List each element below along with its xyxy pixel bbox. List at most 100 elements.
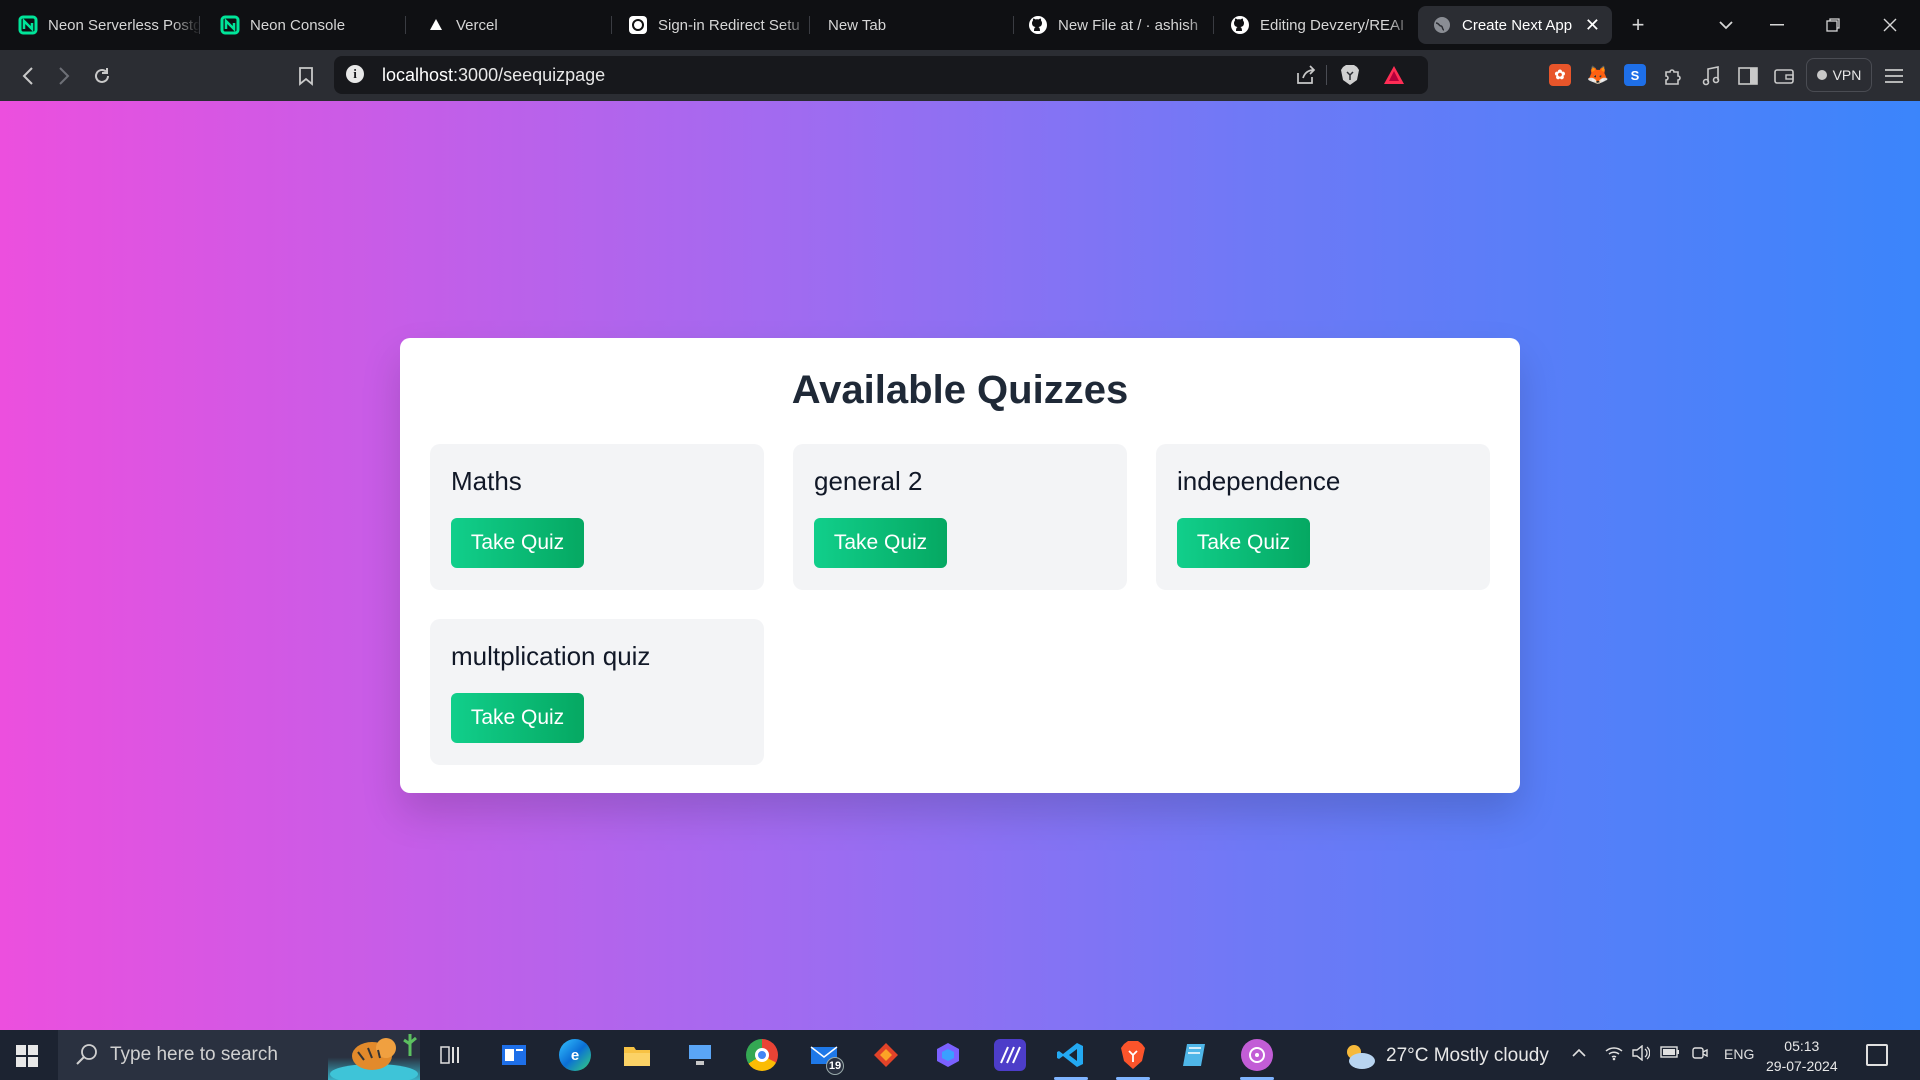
cloudy-weather-icon [1347,1045,1375,1069]
close-window-button[interactable] [1875,10,1905,40]
wallet-icon[interactable] [1770,62,1798,90]
tab-fade [172,6,200,44]
media-music-icon[interactable] [1697,62,1725,90]
globe-icon [1432,15,1452,35]
tab-editing-devzery[interactable]: Editing Devzery/REAI [1216,6,1416,44]
metamask-fox-icon[interactable]: 🦊 [1587,64,1609,86]
battery-icon[interactable] [1660,1045,1680,1064]
tab-strip: Neon Serverless Postg Neon Console Verce… [0,0,1920,50]
vpn-label: VPN [1832,67,1862,83]
search-placeholder: Type here to search [110,1044,278,1065]
quiz-name: multplication quiz [451,641,651,671]
edge-browser-icon[interactable]: e [559,1039,591,1071]
github-desktop-icon[interactable] [1241,1039,1273,1071]
tab-title: Editing Devzery/REAI [1260,16,1405,34]
brave-rewards-icon[interactable] [1380,61,1408,89]
brave-shields-icon[interactable] [1336,61,1364,89]
take-quiz-button[interactable]: Take Quiz [1177,518,1310,568]
url-path: :3000/seequizpage [453,65,606,85]
extensions-puzzle-icon[interactable] [1659,62,1687,90]
take-quiz-button[interactable]: Take Quiz [814,518,947,568]
news-widget-icon[interactable] [498,1039,530,1071]
tab-sign-in-redirect[interactable]: Sign-in Redirect Setu [614,6,810,44]
sidebar-toggle-icon[interactable] [1734,62,1762,90]
tab-separator [809,16,810,34]
mail-icon[interactable]: 19 [808,1039,844,1075]
tab-separator [611,16,612,34]
minimize-window-button[interactable] [1762,10,1792,40]
back-arrow-icon[interactable] [14,62,42,90]
github-logo-icon [1230,15,1250,35]
quiz-name: independence [1177,466,1341,496]
taskbar-search[interactable]: Type here to search [58,1030,420,1080]
vpn-status-dot [1816,70,1827,80]
mail-badge: 19 [826,1057,844,1075]
quizzes-card: Available Quizzes Maths Take Quiz genera… [400,338,1520,793]
tab-fade [1388,6,1416,44]
quiz-name: Maths [451,466,522,496]
neon-logo-icon [18,15,38,35]
forward-arrow-icon[interactable] [50,62,78,90]
volume-icon[interactable] [1632,1044,1651,1066]
tab-vercel[interactable]: Vercel [412,6,612,44]
share-icon[interactable] [1292,61,1320,89]
brave-browser-icon[interactable] [1117,1039,1149,1071]
tab-create-next-app[interactable]: Create Next App ✕ [1418,6,1612,44]
github-logo-icon [1028,15,1048,35]
vercel-triangle-icon [426,15,446,35]
tab-title: Sign-in Redirect Setu [658,16,800,34]
tab-fade [1186,6,1214,44]
search-highlight-illustration [328,1030,420,1080]
weather-widget[interactable]: 27°C Mostly cloudy [1342,1042,1549,1070]
extension-s-icon[interactable]: S [1624,64,1646,86]
restore-window-button[interactable] [1818,10,1848,40]
openai-logo-icon [628,15,648,35]
git-tool-icon[interactable] [870,1039,902,1071]
quiz-card: multplication quiz Take Quiz [430,619,764,765]
quiz-card: Maths Take Quiz [430,444,764,590]
tab-separator [405,16,406,34]
chrome-browser-icon[interactable] [746,1039,778,1071]
desktop-app-icon[interactable] [684,1039,716,1071]
copilot-icon[interactable] [932,1039,964,1071]
close-tab-icon[interactable]: ✕ [1585,15,1600,36]
new-tab-button[interactable]: + [1623,10,1653,40]
task-view-icon[interactable] [434,1039,466,1071]
windows-taskbar: Type here to search e 19 27°C Mostly clo… [0,1030,1920,1080]
weather-text: 27°C Mostly cloudy [1386,1045,1549,1066]
take-quiz-button[interactable]: Take Quiz [451,518,584,568]
tab-search-chevron-icon[interactable] [1711,10,1741,40]
tab-fade [782,6,810,44]
show-hidden-icons-chevron-icon[interactable] [1572,1045,1586,1063]
menu-hamburger-icon[interactable] [1880,62,1908,90]
vpn-button[interactable]: VPN [1806,58,1872,92]
tab-new-file[interactable]: New File at / · ashish [1014,6,1214,44]
code-editor-icon[interactable] [994,1039,1026,1071]
site-info-icon[interactable]: i [346,65,364,83]
url-text[interactable]: localhost:3000/seequizpage [382,65,605,86]
input-language[interactable]: ENG [1724,1046,1754,1062]
urlbar-divider [1326,65,1327,85]
page-background: Available Quizzes Maths Take Quiz genera… [0,101,1920,1030]
quiz-card: general 2 Take Quiz [793,444,1127,590]
vscode-icon[interactable] [1055,1039,1087,1071]
bookmark-icon[interactable] [292,62,320,90]
tab-neon-serverless[interactable]: Neon Serverless Postg [4,6,200,44]
reload-icon[interactable] [88,62,116,90]
file-explorer-icon[interactable] [621,1039,653,1071]
tab-title: New File at / · ashish [1058,16,1199,34]
wifi-icon[interactable] [1605,1045,1623,1066]
system-clock[interactable]: 05:13 29-07-2024 [1766,1036,1838,1076]
meet-now-icon[interactable] [1692,1045,1708,1066]
tab-separator [199,16,200,34]
address-bar[interactable]: i localhost:3000/seequizpage [334,56,1428,94]
tab-separator [1213,16,1214,34]
notification-center-icon[interactable] [1866,1044,1888,1066]
tab-neon-console[interactable]: Neon Console [206,6,406,44]
notes-app-icon[interactable] [1179,1039,1211,1071]
windows-start-icon[interactable] [16,1045,38,1067]
tab-new-tab[interactable]: New Tab [814,6,1014,44]
extension-brave-icon[interactable]: ✿ [1549,64,1571,86]
take-quiz-button[interactable]: Take Quiz [451,693,584,743]
clock-time: 05:13 [1784,1038,1820,1054]
